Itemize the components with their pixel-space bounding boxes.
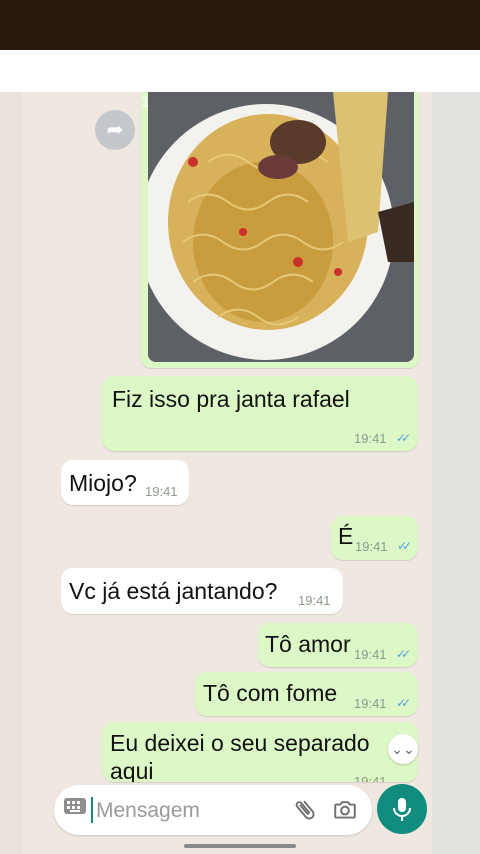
forward-button[interactable]: ➦ xyxy=(95,110,135,150)
home-indicator xyxy=(184,844,296,848)
double-check-icon: ✓✓ xyxy=(396,696,411,710)
message-bubble[interactable]: Miojo? 19:41 xyxy=(61,460,189,505)
message-bubble[interactable]: É 19:41 ✓✓ xyxy=(331,516,418,560)
chat-edge-right xyxy=(432,92,480,854)
message-time: 19:41 xyxy=(298,593,331,608)
mic-icon xyxy=(393,798,411,821)
message-time: 19:41 xyxy=(145,484,178,499)
double-check-icon: ✓✓ xyxy=(396,431,411,445)
message-text: Tô com fome xyxy=(203,680,338,706)
message-bubble[interactable]: Tô com fome 19:41 ✓✓ xyxy=(195,672,418,716)
message-time: 19:41 xyxy=(354,647,387,662)
message-time: 19:41 xyxy=(355,539,388,554)
message-text-continued: aqui xyxy=(110,758,154,782)
scroll-down-button[interactable]: ⌄⌄ xyxy=(388,734,418,764)
chat-edge-left xyxy=(0,92,22,854)
food-photo[interactable] xyxy=(148,92,414,362)
message-text: Eu deixei o seu separado xyxy=(110,730,370,756)
attach-icon[interactable] xyxy=(292,797,318,823)
message-text: Miojo? xyxy=(69,470,137,496)
message-bubble[interactable]: Tô amor 19:41 ✓✓ xyxy=(258,623,418,667)
message-time: 19:41 xyxy=(354,431,387,446)
keyboard-icon[interactable] xyxy=(64,798,86,814)
double-check-icon: ✓✓ xyxy=(397,539,412,553)
message-bubble[interactable]: Vc já está jantando? 19:41 xyxy=(61,568,343,614)
chat-header xyxy=(0,50,480,92)
forward-icon: ➦ xyxy=(106,119,124,141)
camera-icon[interactable] xyxy=(332,797,358,823)
message-text: É xyxy=(338,523,354,549)
message-time: 19:41 xyxy=(354,774,387,782)
status-bar xyxy=(0,0,480,50)
message-text: Tô amor xyxy=(265,631,351,657)
message-time: 19:41 xyxy=(354,696,387,711)
image-message[interactable]: 19:40 ✓✓ xyxy=(141,92,419,368)
message-text: Vc já está jantando? xyxy=(69,578,278,604)
message-input[interactable] xyxy=(94,793,288,829)
text-cursor xyxy=(91,797,93,823)
message-bubble[interactable]: Eu deixei o seu separado aqui 19:41 xyxy=(102,722,418,782)
mic-button[interactable] xyxy=(377,784,427,834)
chevron-down-icon: ⌄⌄ xyxy=(391,741,415,757)
double-check-icon: ✓✓ xyxy=(396,647,411,661)
message-bubble[interactable]: Fiz isso pra janta rafael 19:41 ✓✓ xyxy=(102,376,418,451)
message-text: Fiz isso pra janta rafael xyxy=(112,386,350,412)
message-composer[interactable] xyxy=(54,785,372,835)
